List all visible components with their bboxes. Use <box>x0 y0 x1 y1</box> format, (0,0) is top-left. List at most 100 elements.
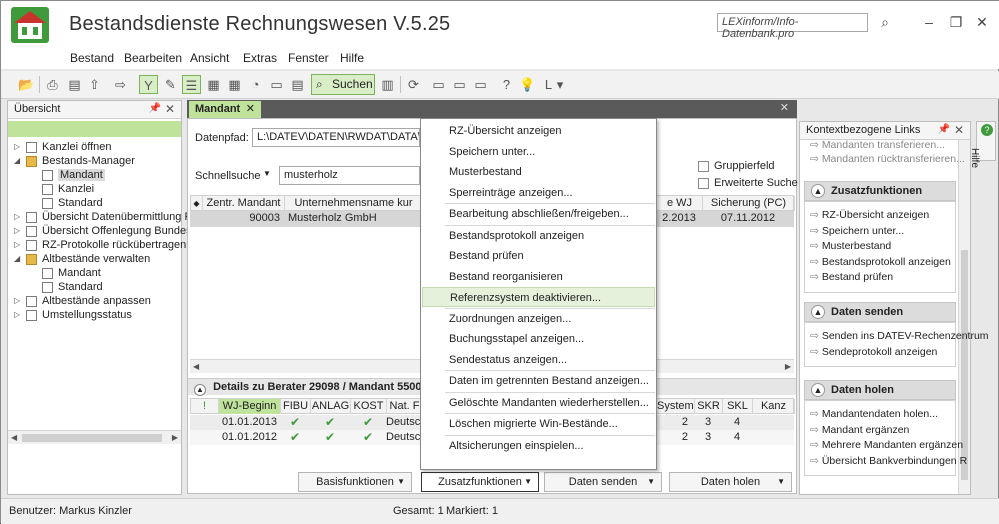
schnellsuche-dropdown-icon[interactable]: ▼ <box>263 169 271 178</box>
context-menu-item[interactable]: Bestandsprotokoll anzeigen <box>422 226 655 246</box>
archive-icon[interactable]: ▭ <box>429 75 448 94</box>
col-sicherung[interactable]: Sicherung (PC) <box>703 196 795 211</box>
col-zentr-mandant[interactable]: Zentr. Mandant <box>203 196 285 211</box>
context-link[interactable]: ⇨ Mandanten rücktransferieren... <box>810 153 965 165</box>
context-menu-item[interactable]: Musterbestand <box>422 162 655 182</box>
grid-icon[interactable]: ▦ <box>225 75 244 94</box>
menu-extras[interactable]: Extras <box>243 51 277 65</box>
print-icon[interactable]: ⎙ <box>43 75 62 94</box>
context-menu-item[interactable]: Bestand prüfen <box>422 246 655 266</box>
datenpfad-field[interactable]: L:\DATEV\DATEN\RWDAT\DATA\ST <box>252 128 420 147</box>
toolbar-overflow-icon[interactable]: ▾ <box>555 75 565 94</box>
close-document-icon[interactable]: ✕ <box>780 101 789 114</box>
context-link[interactable]: ⇨ Musterbestand <box>810 240 891 252</box>
context-link[interactable]: ⇨ Mandantendaten holen... <box>810 408 938 420</box>
close-panel-icon[interactable]: ✕ <box>954 123 964 137</box>
col-skl[interactable]: SKL <box>723 399 753 414</box>
context-link[interactable]: ⇨ Senden ins DATEV-Rechenzentrum <box>810 330 989 342</box>
left-horizontal-scrollbar[interactable]: ◀ ▶ <box>8 430 181 444</box>
collapse-icon[interactable]: ◢ <box>14 255 21 263</box>
pin-icon[interactable]: 📌 <box>938 124 950 135</box>
arrow-up-icon[interactable]: ⇧ <box>85 75 104 94</box>
hilfe-side-tab[interactable]: ? Hilfe <box>969 121 996 168</box>
context-section-header[interactable]: ▲ Daten holen <box>804 380 956 400</box>
help-icon[interactable]: ? <box>497 75 516 94</box>
tree-item[interactable]: ◢ Bestands-Manager <box>8 155 181 169</box>
context-menu-item[interactable]: Gelöschte Mandanten wiederherstellen... <box>422 393 655 413</box>
daten-holen-button[interactable]: Daten holen ▼ <box>669 472 792 492</box>
collapse-icon[interactable]: ▲ <box>194 384 206 396</box>
close-icon[interactable]: ✕ <box>971 13 993 31</box>
col-wj[interactable]: e WJ <box>657 196 703 211</box>
tree-item[interactable]: ▷ Umstellungsstatus <box>8 309 181 323</box>
wrench-icon[interactable]: ✎ <box>161 75 180 94</box>
context-menu-item[interactable]: Sendestatus anzeigen... <box>422 350 655 370</box>
context-menu-item[interactable]: Bearbeitung abschließen/freigeben... <box>422 204 655 224</box>
col-wj-beginn[interactable]: WJ-Beginn <box>219 399 281 414</box>
tree-item[interactable]: Standard <box>8 197 181 211</box>
context-link[interactable]: ⇨ Speichern unter... <box>810 225 904 237</box>
col-anlag[interactable]: ANLAG <box>311 399 351 414</box>
context-link[interactable]: ⇨ Bestandsprotokoll anzeigen <box>810 256 951 268</box>
context-menu-item[interactable]: Bestand reorganisieren <box>422 267 655 287</box>
pin-icon[interactable]: 📌 <box>149 103 161 114</box>
copy-icon[interactable]: ▦ <box>204 75 223 94</box>
collapse-icon[interactable]: ▲ <box>811 305 825 319</box>
close-tab-icon[interactable]: ✕ <box>246 102 255 115</box>
context-section-header[interactable]: ▲ Daten senden <box>804 302 956 322</box>
context-menu-item[interactable]: Daten im getrennten Bestand anzeigen... <box>422 371 655 391</box>
tree-item[interactable]: ▷ Übersicht Datenübermittlung Fi... <box>8 211 203 225</box>
expand-icon[interactable]: ▷ <box>14 227 21 235</box>
context-menu-item[interactable]: Referenzsystem deaktivieren... <box>422 287 655 307</box>
zusatzfunktionen-button[interactable]: Zusatzfunktionen ▼ <box>421 472 539 492</box>
arrow-right-icon[interactable]: ⇨ <box>111 75 130 94</box>
col-kost[interactable]: KOST <box>351 399 387 414</box>
menu-bearbeiten[interactable]: Bearbeiten <box>124 51 182 65</box>
table-icon[interactable]: ▤ <box>288 75 307 94</box>
folder-icon[interactable]: ▭ <box>450 75 469 94</box>
col-systeme[interactable]: Systeme <box>657 399 695 414</box>
tree-item[interactable]: ◢ Altbestände verwalten <box>8 253 181 267</box>
box-icon[interactable]: ▭ <box>471 75 490 94</box>
tree-item[interactable]: Standard <box>8 281 181 295</box>
context-section-header[interactable]: ▲ Zusatzfunktionen <box>804 181 956 201</box>
col-kanz[interactable]: Kanz <box>753 399 795 414</box>
tree-item[interactable]: Mandant <box>8 267 181 281</box>
tree-item[interactable]: ▷ Übersicht Offenlegung Bundes... <box>8 225 201 239</box>
collapse-icon[interactable]: ◢ <box>14 157 21 165</box>
col-nat[interactable]: Nat. F <box>387 399 423 414</box>
tree-item[interactable]: ▷ Kanzlei öffnen <box>8 141 181 155</box>
context-menu-item[interactable]: Buchungsstapel anzeigen... <box>422 329 655 349</box>
context-link[interactable]: ⇨ Mandanten transferieren... <box>810 139 945 151</box>
tab-mandant[interactable]: Mandant ✕ <box>189 101 261 118</box>
context-link[interactable]: ⇨ Bestand prüfen <box>810 271 893 283</box>
minimize-icon[interactable]: – <box>918 13 940 31</box>
menu-hilfe[interactable]: Hilfe <box>340 51 364 65</box>
clock-icon[interactable]: ◔ <box>246 75 265 94</box>
close-panel-icon[interactable]: ✕ <box>165 102 175 116</box>
menu-fenster[interactable]: Fenster <box>288 51 329 65</box>
open-folder-icon[interactable]: 📂 <box>17 75 36 94</box>
restore-icon[interactable]: ❐ <box>945 13 967 31</box>
expand-icon[interactable]: ▷ <box>14 311 21 319</box>
expand-icon[interactable]: ▷ <box>14 297 21 305</box>
context-link[interactable]: ⇨ Übersicht Bankverbindungen R <box>810 455 967 467</box>
info-database-search-input[interactable]: LEXinform/Info-Datenbank.pro <box>717 13 868 40</box>
context-link[interactable]: ⇨ Sendeprotokoll anzeigen <box>810 346 937 358</box>
context-menu-item[interactable]: RZ-Übersicht anzeigen <box>422 121 655 141</box>
expand-icon[interactable]: ▷ <box>14 143 21 151</box>
print-preview-icon[interactable]: ▤ <box>65 75 84 94</box>
tree-item[interactable]: ▷ RZ-Protokolle rückübertragen <box>8 239 186 253</box>
collapse-icon[interactable]: ▲ <box>811 383 825 397</box>
list-view-icon[interactable]: ☰ <box>182 75 201 94</box>
context-menu-item[interactable]: Löschen migrierte Win-Bestände... <box>422 414 655 434</box>
server-icon[interactable]: ▥ <box>378 75 397 94</box>
document-icon[interactable]: ▭ <box>267 75 286 94</box>
tree-item[interactable]: Kanzlei <box>8 183 181 197</box>
search-icon[interactable]: ⌕ <box>875 13 895 32</box>
col-skr[interactable]: SKR <box>695 399 723 414</box>
menu-ansicht[interactable]: Ansicht <box>190 51 229 65</box>
erweiterte-suche-checkbox[interactable] <box>698 178 709 189</box>
context-link[interactable]: ⇨ Mandant ergänzen <box>810 424 909 436</box>
refresh-icon[interactable]: ⟳ <box>404 75 423 94</box>
